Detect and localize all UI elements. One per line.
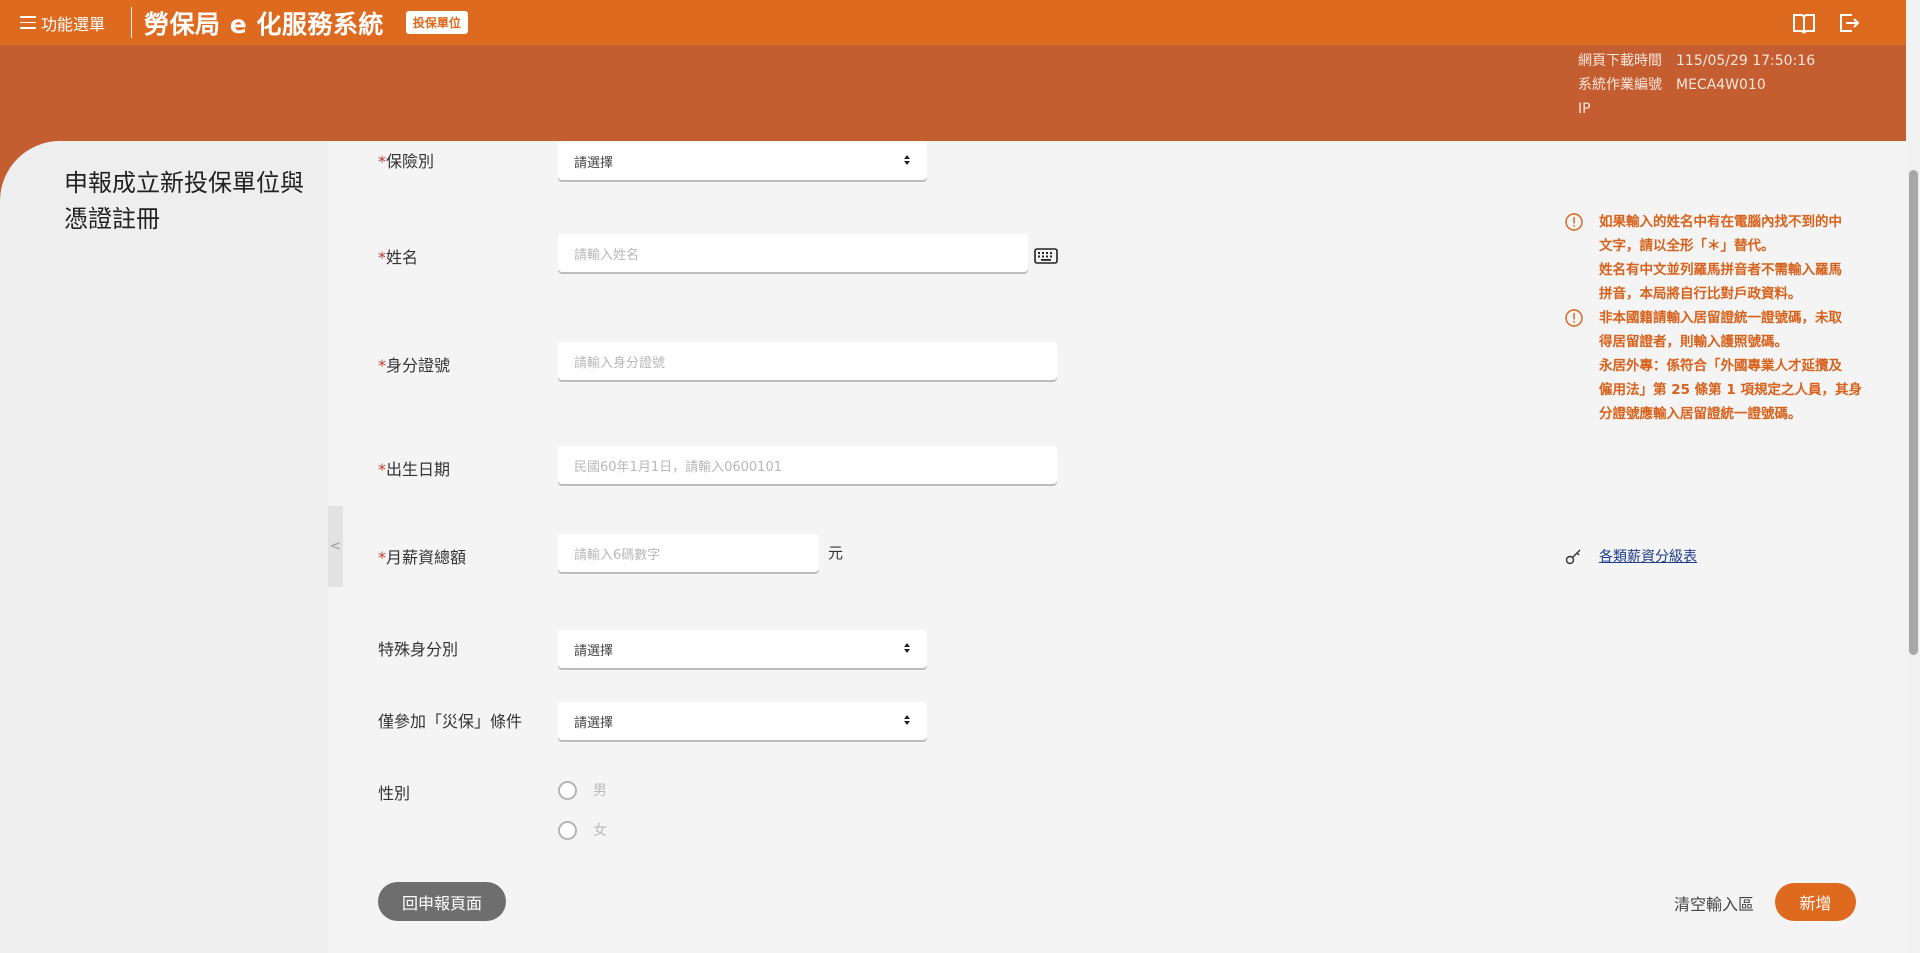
header-divider: [131, 7, 133, 38]
gender-option-label: 男: [593, 783, 607, 799]
input-notes: 如果輸入的姓名中有在電腦內找不到的中 文字，請以全形「＊」替代。 姓名有中文並列…: [1565, 210, 1865, 426]
disaster-only-select[interactable]: 請選擇: [558, 702, 927, 740]
birth-date-input[interactable]: 民國60年1月1日，請輸入0600101: [558, 446, 1057, 484]
insurance-type-label: *保險別: [378, 152, 435, 171]
back-to-report-button[interactable]: 回申報頁面: [378, 882, 506, 921]
monthly-salary-input[interactable]: 請輸入6碼數字: [558, 534, 819, 572]
alert-circle-icon: [1565, 213, 1583, 231]
gender-label: 性別: [378, 784, 411, 803]
left-pane-corner: [0, 141, 60, 201]
hamburger-icon: [20, 16, 36, 29]
page-scrollbar[interactable]: [1906, 0, 1920, 953]
salary-table-row: 各類薪資分級表: [1565, 546, 1697, 566]
currency-unit: 元: [828, 544, 844, 562]
select-arrows-icon: [904, 715, 910, 725]
radio-button[interactable]: [558, 820, 577, 840]
clear-input-button[interactable]: 清空輸入區: [1674, 891, 1754, 915]
app-title: 勞保局 e 化服務系統: [144, 9, 384, 39]
note-name: 如果輸入的姓名中有在電腦內找不到的中 文字，請以全形「＊」替代。 姓名有中文並列…: [1565, 210, 1865, 306]
add-button[interactable]: 新增: [1775, 883, 1856, 921]
name-input[interactable]: 請輸入姓名: [558, 234, 1028, 272]
page-meta: 網頁下載時間 115/05/29 17:50:16 系統作業編號 MECA4W010…: [1578, 49, 1815, 121]
collapse-sidebar-button[interactable]: <: [328, 506, 343, 587]
select-arrows-icon: [904, 643, 910, 653]
id-number-input[interactable]: 請輸入身分證號: [558, 342, 1057, 380]
alert-circle-icon: [1565, 309, 1583, 327]
manual-book-icon[interactable]: [1792, 13, 1816, 34]
unit-badge: 投保單位: [405, 11, 468, 34]
key-icon: [1565, 549, 1581, 565]
special-identity-label: 特殊身分別: [378, 640, 459, 659]
note-id-number: 非本國籍請輸入居留證統一證號碼，未取 得居留證者，則輸入護照號碼。 永居外專：係…: [1565, 306, 1865, 426]
insurance-type-value: 請選擇: [574, 155, 614, 171]
ip-label: IP: [1578, 101, 1591, 117]
special-identity-value: 請選擇: [574, 643, 614, 659]
name-label: *姓名: [378, 248, 419, 267]
download-time-value: 115/05/29 17:50:16: [1676, 53, 1816, 69]
id-number-label: *身分證號: [378, 356, 451, 375]
birth-date-label: *出生日期: [378, 460, 451, 479]
virtual-keyboard-icon[interactable]: [1034, 248, 1058, 268]
function-menu-label: 功能選單: [41, 14, 106, 34]
disaster-only-value: 請選擇: [574, 715, 614, 731]
radio-button[interactable]: [558, 780, 577, 800]
download-time-label: 網頁下載時間: [1578, 53, 1662, 69]
salary-table-link[interactable]: 各類薪資分級表: [1599, 546, 1697, 566]
job-code-label: 系統作業編號: [1578, 77, 1662, 93]
left-pane: [0, 141, 328, 953]
gender-option-male[interactable]: 男: [558, 780, 607, 800]
top-bar: 功能選單 勞保局 e 化服務系統 投保單位: [0, 0, 1906, 45]
logout-icon[interactable]: [1838, 13, 1860, 34]
page-title: 申報成立新投保單位與憑證註冊: [64, 169, 304, 233]
gender-option-female[interactable]: 女: [558, 820, 607, 840]
gender-option-label: 女: [593, 823, 607, 839]
special-identity-select[interactable]: 請選擇: [558, 630, 927, 668]
job-code-value: MECA4W010: [1676, 77, 1766, 93]
insurance-type-select[interactable]: 請選擇: [558, 142, 927, 180]
monthly-salary-label: *月薪資總額: [378, 548, 467, 567]
scrollbar-thumb[interactable]: [1909, 170, 1918, 655]
function-menu-button[interactable]: 功能選單: [20, 11, 105, 35]
disaster-only-label: 僅參加「災保」條件: [378, 712, 523, 731]
select-arrows-icon: [904, 155, 910, 165]
